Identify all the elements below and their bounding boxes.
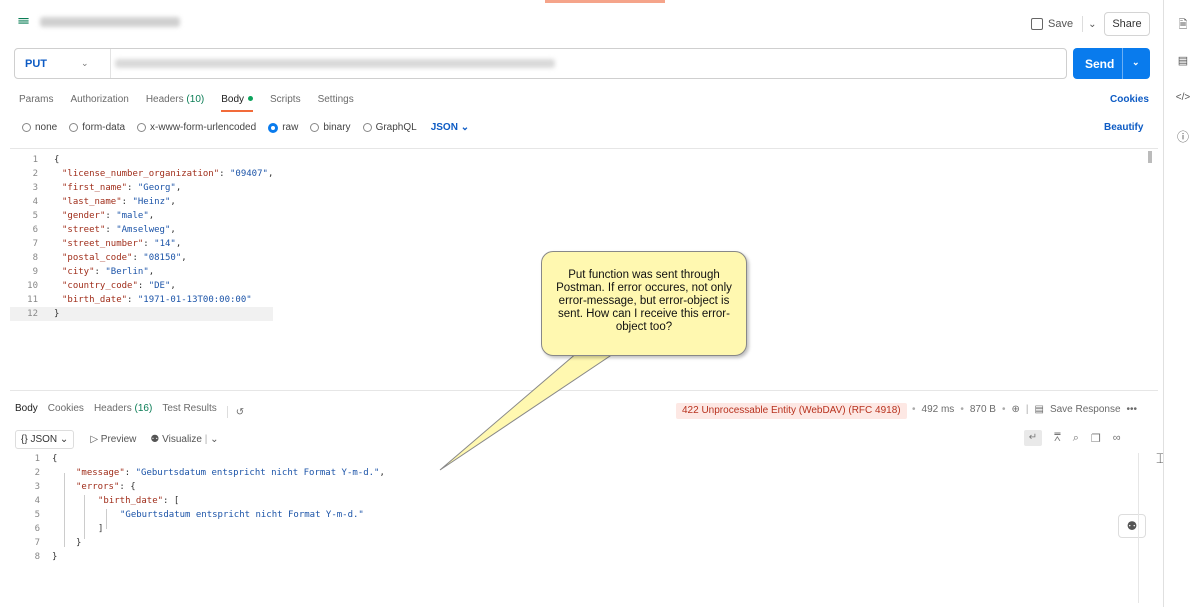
info-icon[interactable]: ⓘ — [1175, 128, 1191, 145]
postman-window: ≡≡ Save ⌄ Share PUT ⌄ Send ⌄ Params Auth… — [0, 0, 1200, 607]
callout-text: Put function was sent through Postman. I… — [556, 269, 732, 333]
annotation-callout: Put function was sent through Postman. I… — [541, 251, 747, 356]
comments-icon[interactable]: ▤ — [1175, 54, 1191, 67]
documentation-icon[interactable]: 🗎 — [1175, 16, 1191, 35]
right-sidebar: 🗎 ▤ </> ⓘ — [1163, 0, 1200, 607]
code-icon[interactable]: </> — [1175, 92, 1191, 103]
